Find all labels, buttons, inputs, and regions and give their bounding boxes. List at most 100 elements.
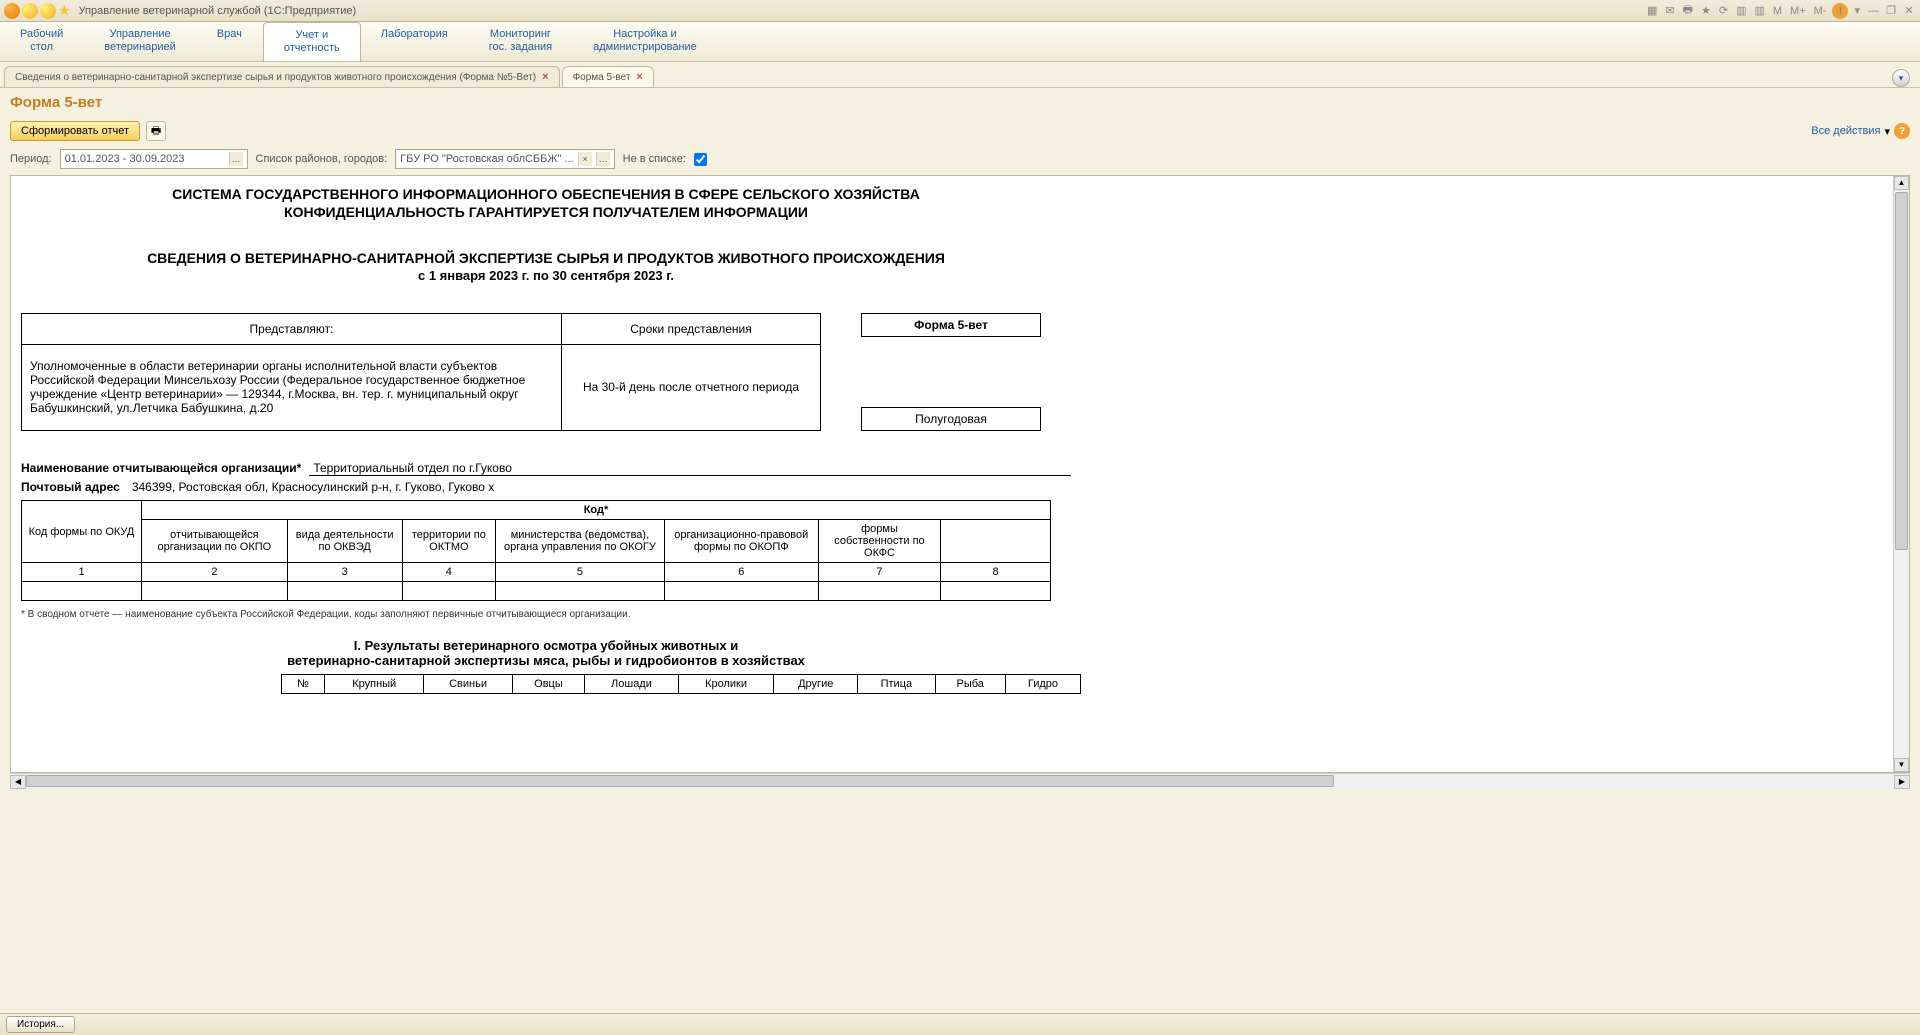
titlebar-left-icons: ★ bbox=[4, 2, 71, 19]
scroll-right-icon[interactable]: ▶ bbox=[1894, 775, 1910, 789]
menu-vet-mgmt[interactable]: Управлениеветеринарией bbox=[84, 22, 196, 61]
district-picker-icon[interactable]: … bbox=[596, 152, 610, 166]
menu-lab[interactable]: Лаборатория bbox=[361, 22, 469, 61]
toolbar-icon[interactable]: ⟳ bbox=[1717, 4, 1730, 17]
page-title: Форма 5-вет bbox=[0, 88, 1920, 117]
calc-m-plus[interactable]: M+ bbox=[1788, 5, 1808, 17]
codes-col-okopf: организационно-правовой формы по ОКОПФ bbox=[664, 520, 818, 563]
district-clear-icon[interactable]: × bbox=[578, 152, 592, 166]
calc-m[interactable]: M bbox=[1771, 5, 1784, 17]
minimize-icon[interactable]: — bbox=[1866, 4, 1880, 18]
codes-val-8 bbox=[941, 582, 1051, 601]
scroll-thumb[interactable] bbox=[1895, 192, 1908, 550]
window-title: Управление ветеринарной службой (1С:Пред… bbox=[79, 5, 357, 17]
s1-col-hydro: Гидро bbox=[1005, 675, 1080, 694]
codes-col-okogu: министерства (ведомства), органа управле… bbox=[496, 520, 664, 563]
menu-settings[interactable]: Настройка иадминистрирование bbox=[573, 22, 718, 61]
s1-col-horses: Лошади bbox=[585, 675, 679, 694]
toolbar-icon[interactable]: ▥ bbox=[1734, 4, 1748, 17]
dropdown-icon[interactable]: ▾ bbox=[1852, 4, 1862, 17]
scroll-thumb[interactable] bbox=[26, 775, 1334, 787]
report-toolbar: Сформировать отчет 🖶 Все действия ▾ ? bbox=[0, 117, 1920, 145]
codes-kod-header: Код* bbox=[142, 501, 1051, 520]
nav-fwd-icon[interactable] bbox=[40, 3, 56, 19]
codes-num-7: 7 bbox=[818, 563, 940, 582]
menu-doctor[interactable]: Врач bbox=[197, 22, 263, 61]
report-title: СВЕДЕНИЯ О ВЕТЕРИНАРНО-САНИТАРНОЙ ЭКСПЕР… bbox=[21, 250, 1071, 266]
submission-col2-body: На 30-й день после отчетного периода bbox=[562, 344, 821, 430]
org-name-value: Территориальный отдел по г.Гуково bbox=[309, 461, 1071, 476]
scroll-down-icon[interactable]: ▼ bbox=[1894, 758, 1909, 772]
toolbar-icon[interactable]: ★ bbox=[1699, 4, 1713, 17]
scroll-up-icon[interactable]: ▲ bbox=[1894, 176, 1909, 190]
s1-col-other: Другие bbox=[774, 675, 858, 694]
codes-val-7 bbox=[818, 582, 940, 601]
s1-col-sheep: Овцы bbox=[512, 675, 584, 694]
app-icon-1c[interactable] bbox=[4, 3, 20, 19]
report-period-line: с 1 января 2023 г. по 30 сентября 2023 г… bbox=[21, 268, 1071, 283]
scroll-left-icon[interactable]: ◀ bbox=[10, 775, 26, 789]
report-viewer[interactable]: ▲ ▼ СИСТЕМА ГОСУДАРСТВЕННОГО ИНФОРМАЦИОН… bbox=[10, 175, 1910, 773]
codes-num-3: 3 bbox=[287, 563, 402, 582]
s1-col-fish: Рыба bbox=[935, 675, 1005, 694]
not-in-list-checkbox[interactable] bbox=[694, 153, 707, 166]
report-submission-row: Представляют: Сроки представления Уполно… bbox=[21, 313, 1071, 431]
toolbar-icon[interactable]: ▥ bbox=[1752, 4, 1766, 17]
form-name-box: Форма 5-вет bbox=[861, 313, 1041, 337]
codes-col-okved: вида деятельности по ОКВЭД bbox=[287, 520, 402, 563]
vertical-scrollbar[interactable]: ▲ ▼ bbox=[1893, 176, 1909, 772]
menu-monitoring[interactable]: Мониторинггос. задания bbox=[469, 22, 573, 61]
calc-m-minus[interactable]: M- bbox=[1812, 5, 1829, 17]
codes-val-1 bbox=[22, 582, 142, 601]
help-icon[interactable]: ? bbox=[1894, 123, 1910, 139]
generate-report-button[interactable]: Сформировать отчет bbox=[10, 121, 140, 141]
submission-col1-body: Уполномоченные в области ветеринарии орг… bbox=[22, 344, 562, 430]
codes-table: Код формы по ОКУД Код* отчитывающейся ор… bbox=[21, 500, 1051, 601]
district-field[interactable]: ГБУ РО "Ростовская облСББЖ" ... × … bbox=[395, 149, 615, 169]
not-in-list-label: Не в списке: bbox=[623, 153, 686, 165]
section-1-header-1: I. Результаты ветеринарного осмотра убой… bbox=[21, 638, 1071, 653]
nav-back-icon[interactable] bbox=[22, 3, 38, 19]
toolbar-icon[interactable]: ✉ bbox=[1663, 4, 1676, 17]
tab-close-icon[interactable]: × bbox=[542, 71, 548, 83]
menu-desktop[interactable]: Рабочийстол bbox=[0, 22, 84, 61]
maximize-icon[interactable]: ❐ bbox=[1884, 4, 1898, 18]
print-icon[interactable]: 🖶 bbox=[146, 121, 166, 141]
scroll-track[interactable] bbox=[26, 775, 1894, 789]
toolbar-icon[interactable]: 🖶 bbox=[1681, 1, 1695, 20]
window-titlebar: ★ Управление ветеринарной службой (1С:Пр… bbox=[0, 0, 1920, 22]
dropdown-icon[interactable]: ▾ bbox=[1884, 125, 1890, 138]
address-value: 346399, Ростовская обл, Красносулинский … bbox=[128, 480, 1071, 494]
period-field[interactable]: 01.01.2023 - 30.09.2023 … bbox=[60, 149, 248, 169]
favorite-icon[interactable]: ★ bbox=[58, 2, 71, 19]
tab-close-icon[interactable]: × bbox=[636, 71, 642, 83]
codes-val-6 bbox=[664, 582, 818, 601]
tabbar-menu-button[interactable]: ▾ bbox=[1892, 69, 1910, 87]
all-actions-link[interactable]: Все действия bbox=[1811, 125, 1880, 137]
history-button[interactable]: История... bbox=[6, 1016, 75, 1033]
s1-col-pigs: Свиньи bbox=[424, 675, 513, 694]
codes-val-2 bbox=[142, 582, 288, 601]
district-label: Список районов, городов: bbox=[256, 153, 388, 165]
report-header-1: СИСТЕМА ГОСУДАРСТВЕННОГО ИНФОРМАЦИОННОГО… bbox=[21, 186, 1071, 202]
codes-val-4 bbox=[402, 582, 496, 601]
codes-col-okfs: формы собственности по ОКФС bbox=[818, 520, 940, 563]
s1-col-poultry: Птица bbox=[858, 675, 935, 694]
horizontal-scrollbar[interactable]: ◀ ▶ bbox=[10, 773, 1910, 789]
s1-col-cattle: Крупный bbox=[325, 675, 424, 694]
address-label: Почтовый адрес bbox=[21, 480, 120, 494]
toolbar-right: Все действия ▾ ? bbox=[1811, 123, 1910, 139]
codes-val-3 bbox=[287, 582, 402, 601]
period-picker-icon[interactable]: … bbox=[229, 152, 243, 166]
org-name-row: Наименование отчитывающейся организации*… bbox=[21, 461, 1071, 476]
info-icon[interactable]: i bbox=[1832, 3, 1848, 19]
toolbar-icon[interactable]: ▦ bbox=[1645, 4, 1659, 17]
periodicity-box: Полугодовая bbox=[861, 407, 1041, 431]
tab-form5[interactable]: Форма 5-вет × bbox=[562, 66, 654, 87]
org-name-label: Наименование отчитывающейся организации* bbox=[21, 461, 301, 475]
close-icon[interactable]: ✕ bbox=[1902, 4, 1916, 18]
tab-form5-details[interactable]: Сведения о ветеринарно-санитарной экспер… bbox=[4, 66, 560, 87]
codes-num-4: 4 bbox=[402, 563, 496, 582]
menu-accounting[interactable]: Учет иотчетность bbox=[263, 22, 361, 61]
form-boxes: Форма 5-вет Полугодовая bbox=[861, 313, 1041, 431]
